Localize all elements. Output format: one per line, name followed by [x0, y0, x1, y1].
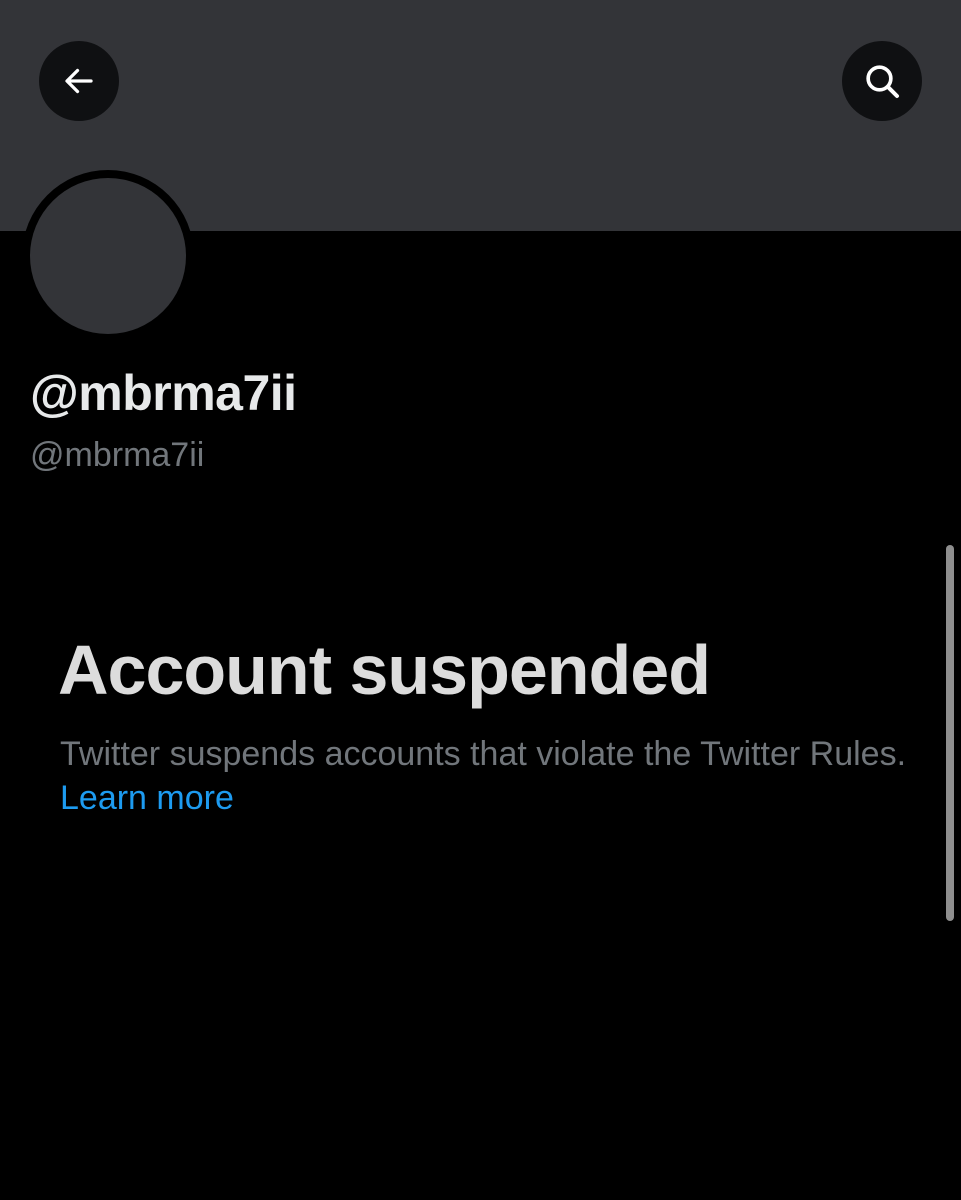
suspension-description: Twitter suspends accounts that violate t… — [60, 735, 907, 773]
avatar-placeholder — [30, 178, 186, 334]
profile-display-name: @mbrma7ii — [30, 365, 297, 421]
back-button[interactable] — [39, 41, 119, 121]
suspension-title: Account suspended — [58, 631, 711, 709]
profile-handle: @mbrma7ii — [30, 436, 205, 474]
search-icon — [862, 61, 902, 101]
avatar[interactable] — [22, 170, 194, 342]
scrollbar[interactable] — [946, 545, 954, 921]
arrow-left-icon — [61, 63, 97, 99]
suspension-message: Twitter suspends accounts that violate t… — [60, 732, 910, 820]
learn-more-link[interactable]: Learn more — [60, 779, 234, 817]
search-button[interactable] — [842, 41, 922, 121]
